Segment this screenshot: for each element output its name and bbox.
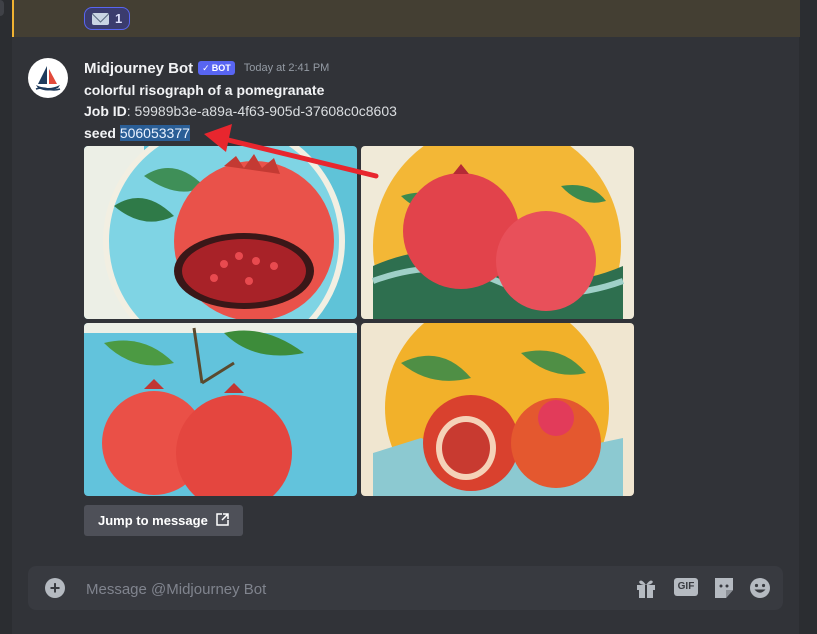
checkmark-icon: ✓ [202,62,210,73]
gif-icon[interactable]: GIF [674,577,698,599]
previous-message-highlight: 1 [12,0,800,37]
timestamp[interactable]: Today at 2:41 PM [244,62,330,74]
jump-to-message-button[interactable]: Jump to message [84,505,243,536]
job-id-value: : 59989b3e-a89a-4f63-905d-37608c0c8603 [126,103,397,119]
seed-value[interactable]: 506053377 [119,125,190,141]
pomegranate-image-2[interactable] [361,146,634,319]
reaction-button[interactable]: 1 [84,7,131,30]
external-link-icon [216,512,229,529]
seed-line: seed 506053377 [84,123,190,143]
gif-label: GIF [674,578,698,596]
avatar[interactable] [28,58,68,98]
left-rail [0,0,12,634]
author-name[interactable]: Midjourney Bot [84,60,193,77]
bot-badge: ✓ BOT [198,61,235,75]
reaction-count: 1 [115,11,123,26]
add-icon[interactable]: + [45,578,65,598]
pomegranate-image-3[interactable] [84,323,357,496]
gift-icon[interactable] [634,577,658,599]
message-input[interactable] [84,576,608,602]
image-grid [84,146,634,496]
message-header: Midjourney Bot ✓ BOT Today at 2:41 PM [84,58,329,78]
job-id-label: Job ID [84,103,127,119]
bot-badge-label: BOT [211,63,231,73]
pomegranate-image-4[interactable] [361,323,634,496]
emoji-icon[interactable] [748,577,772,599]
annotation-arrow [204,124,379,179]
scrollbar-track[interactable] [799,0,817,634]
prompt-text: colorful risograph of a pomegranate [84,82,325,98]
jump-to-message-label: Jump to message [98,513,208,528]
message-composer: + GIF [28,566,783,610]
scroll-indicator [0,0,4,16]
seed-label: seed [84,125,116,141]
envelope-icon [92,12,109,25]
sticker-icon[interactable] [712,577,736,599]
